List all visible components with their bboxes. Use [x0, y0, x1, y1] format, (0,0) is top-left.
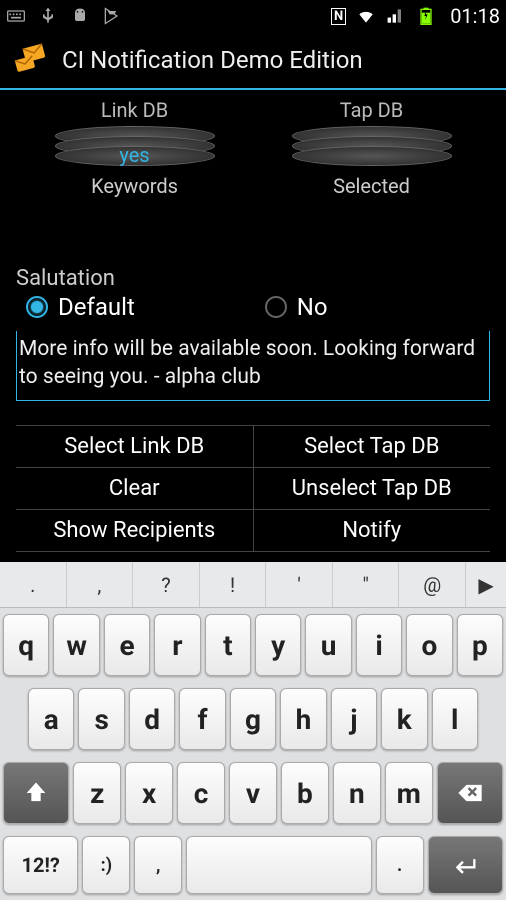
clear-button[interactable]: Clear: [16, 468, 254, 509]
key-u[interactable]: u: [305, 614, 351, 676]
select-link-db-button[interactable]: Select Link DB: [16, 426, 254, 467]
notify-button[interactable]: Notify: [254, 510, 491, 551]
key-j[interactable]: j: [331, 688, 377, 750]
key-a[interactable]: a: [28, 688, 74, 750]
shift-key[interactable]: [3, 762, 69, 824]
enter-key[interactable]: [428, 836, 503, 894]
backspace-key[interactable]: [437, 762, 503, 824]
sym-key-period[interactable]: .: [0, 562, 67, 607]
play-store-icon: [102, 6, 122, 26]
radio-no-indicator: [265, 296, 287, 318]
show-recipients-button[interactable]: Show Recipients: [16, 510, 254, 551]
key-n[interactable]: n: [333, 762, 381, 824]
mode-key[interactable]: 12!?: [3, 836, 78, 894]
radio-default-label: Default: [58, 293, 135, 321]
sym-key-question[interactable]: ?: [133, 562, 200, 607]
radio-default-indicator: [26, 296, 48, 318]
key-l[interactable]: l: [432, 688, 478, 750]
tap-db-picker[interactable]: Tap DB Selected: [272, 98, 472, 198]
sym-key-quote[interactable]: ": [333, 562, 400, 607]
key-g[interactable]: g: [230, 688, 276, 750]
keyboard-icon: [6, 6, 26, 26]
radio-no-label: No: [297, 293, 328, 321]
app-title: CI Notification Demo Edition: [62, 46, 363, 74]
sym-key-exclaim[interactable]: !: [200, 562, 267, 607]
period-key[interactable]: .: [376, 836, 424, 894]
key-y[interactable]: y: [255, 614, 301, 676]
key-d[interactable]: d: [129, 688, 175, 750]
radio-default[interactable]: Default: [26, 293, 135, 321]
key-x[interactable]: x: [125, 762, 173, 824]
status-bar: N 01:18: [0, 0, 506, 32]
signal-icon: [386, 6, 406, 26]
link-db-picker[interactable]: Link DB yes Keywords: [35, 98, 235, 198]
sym-key-apostrophe[interactable]: ': [266, 562, 333, 607]
clock: 01:18: [450, 4, 500, 28]
comma-key[interactable]: ,: [134, 836, 182, 894]
key-m[interactable]: m: [385, 762, 433, 824]
app-bar: CI Notification Demo Edition: [0, 32, 506, 90]
key-i[interactable]: i: [356, 614, 402, 676]
link-db-sub: Keywords: [35, 174, 235, 198]
key-q[interactable]: q: [3, 614, 49, 676]
unselect-tap-db-button[interactable]: Unselect Tap DB: [254, 468, 491, 509]
key-b[interactable]: b: [281, 762, 329, 824]
key-p[interactable]: p: [457, 614, 503, 676]
message-text: More info will be available soon. Lookin…: [19, 337, 475, 389]
key-h[interactable]: h: [280, 688, 326, 750]
link-db-label: Link DB: [35, 98, 235, 122]
message-input[interactable]: More info will be available soon. Lookin…: [16, 331, 490, 401]
tap-db-sub: Selected: [272, 174, 472, 198]
wifi-icon: [356, 6, 376, 26]
key-w[interactable]: w: [53, 614, 99, 676]
key-k[interactable]: k: [381, 688, 427, 750]
android-icon: [70, 6, 90, 26]
app-icon: [12, 42, 48, 78]
sym-key-at[interactable]: @: [399, 562, 466, 607]
battery-icon: [416, 6, 436, 26]
key-e[interactable]: e: [104, 614, 150, 676]
sym-key-comma[interactable]: ,: [67, 562, 134, 607]
key-r[interactable]: r: [154, 614, 200, 676]
space-key[interactable]: [186, 836, 372, 894]
key-v[interactable]: v: [229, 762, 277, 824]
key-s[interactable]: s: [78, 688, 124, 750]
sym-key-more[interactable]: ▶: [466, 562, 506, 607]
emoji-key[interactable]: :): [82, 836, 130, 894]
key-f[interactable]: f: [179, 688, 225, 750]
key-z[interactable]: z: [73, 762, 121, 824]
salutation-label: Salutation: [16, 266, 490, 291]
key-o[interactable]: o: [406, 614, 452, 676]
key-c[interactable]: c: [177, 762, 225, 824]
select-tap-db-button[interactable]: Select Tap DB: [254, 426, 491, 467]
keyboard: . , ? ! ' " @ ▶ qwertyuiop asdfghjkl zxc…: [0, 562, 506, 900]
link-db-value: yes: [119, 143, 149, 167]
key-t[interactable]: t: [205, 614, 251, 676]
nfc-icon: N: [331, 8, 346, 25]
radio-no[interactable]: No: [265, 293, 328, 321]
tap-db-label: Tap DB: [272, 98, 472, 122]
usb-icon: [38, 6, 58, 26]
